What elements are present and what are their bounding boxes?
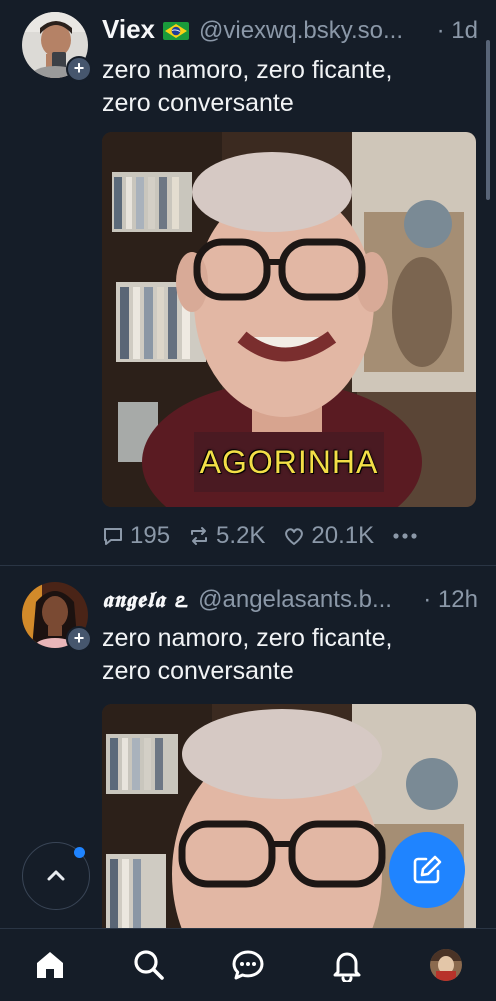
brazil-flag-icon — [163, 22, 190, 40]
author-handle[interactable]: @angelasants.b... — [198, 586, 419, 614]
post-angela[interactable]: + 𝖆𝖓𝖌𝖊𝖑𝖆 ఽ @angelasants.b... · 12h zero … — [0, 566, 496, 986]
reply-count: 195 — [130, 522, 171, 549]
follow-plus-icon[interactable]: + — [66, 56, 92, 82]
post-text-line: zero namoro, zero ficante, — [102, 56, 393, 84]
post-text-line: zero conversante — [102, 89, 294, 117]
compose-icon — [413, 855, 442, 884]
author-handle[interactable]: @viexwq.bsky.so... — [199, 17, 433, 45]
post-text: zero namoro, zero ficante, zero conversa… — [102, 622, 392, 688]
post-time: · 1d — [436, 17, 478, 44]
post-text: zero namoro, zero ficante, zero conversa… — [102, 54, 392, 120]
post-text-line: zero conversante — [102, 657, 294, 685]
nav-search[interactable] — [119, 935, 179, 995]
profile-avatar — [430, 949, 463, 981]
gif-caption: AGORINHA — [199, 444, 379, 480]
post-text-line: zero namoro, zero ficante, — [102, 624, 393, 652]
nav-notifications[interactable] — [317, 935, 377, 995]
scroll-to-top-button[interactable] — [22, 842, 90, 910]
like-button[interactable]: 20.1K — [283, 522, 374, 550]
repost-count: 5.2K — [216, 522, 266, 549]
post-actions: 195 5.2K 20.1K — [102, 522, 442, 550]
home-icon — [36, 952, 63, 978]
more-icon — [393, 533, 417, 539]
bottom-nav — [0, 928, 496, 1001]
post-viex[interactable]: + Viex @viexwq.bsky.so... · 1d zero namo… — [0, 0, 496, 565]
like-count: 20.1K — [311, 522, 375, 549]
nav-profile[interactable] — [416, 935, 476, 995]
chevron-up-icon — [47, 870, 65, 881]
repost-button[interactable]: 5.2K — [188, 522, 265, 550]
search-icon — [134, 950, 164, 980]
follow-plus-icon[interactable]: + — [66, 626, 92, 652]
compose-button[interactable] — [389, 832, 465, 908]
chat-icon — [232, 950, 264, 980]
author-name[interactable]: Viex — [102, 14, 155, 45]
nav-home[interactable] — [20, 935, 80, 995]
nav-chat[interactable] — [218, 935, 278, 995]
reply-icon — [104, 528, 122, 545]
more-button[interactable] — [392, 531, 424, 541]
new-posts-dot — [74, 847, 85, 858]
bell-icon — [333, 952, 361, 982]
repost-icon — [191, 527, 208, 545]
post-time: · 12h — [423, 586, 478, 613]
like-icon — [285, 528, 304, 545]
author-name[interactable]: 𝖆𝖓𝖌𝖊𝖑𝖆 ఽ — [102, 587, 188, 618]
post-gif[interactable]: AGORINHA — [102, 132, 476, 507]
reply-button[interactable]: 195 — [102, 522, 170, 550]
